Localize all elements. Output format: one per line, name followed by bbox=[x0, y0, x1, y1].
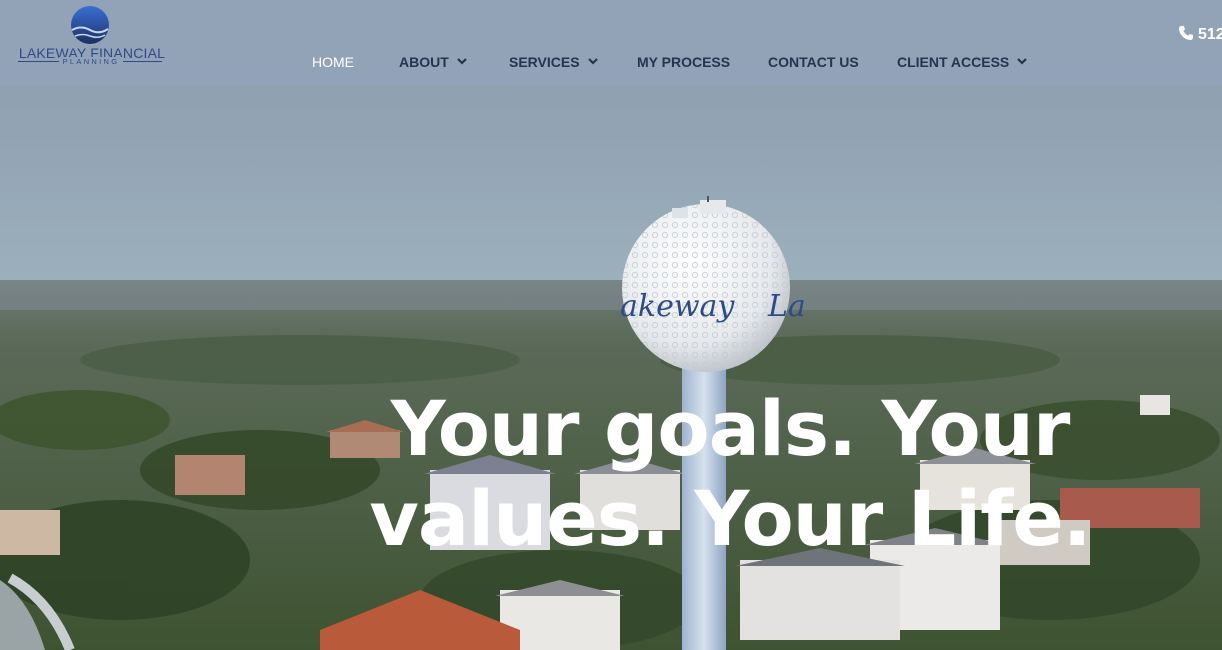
site-header: LAKEWAY FINANCIAL PLANNING HOME ABOUT SE… bbox=[0, 0, 1222, 86]
tower-text-right: La bbox=[767, 289, 806, 324]
hero-headline: Your goals. Your values. Your Life. bbox=[340, 384, 1120, 564]
phone-link[interactable]: 512 bbox=[1178, 25, 1222, 45]
hero-headline-line-1: Your goals. Your bbox=[390, 384, 1071, 473]
chevron-down-icon bbox=[587, 58, 598, 65]
nav-my-process[interactable]: MY PROCESS bbox=[637, 54, 730, 70]
nav-home[interactable]: HOME bbox=[312, 54, 354, 70]
site-logo[interactable]: LAKEWAY FINANCIAL PLANNING bbox=[16, 5, 166, 69]
sun-over-water-logo-icon bbox=[71, 6, 109, 44]
phone-icon bbox=[1179, 26, 1193, 40]
nav-client-access[interactable]: CLIENT ACCESS bbox=[897, 54, 1028, 70]
chevron-down-icon bbox=[457, 58, 467, 65]
tower-text-left: akeway bbox=[620, 289, 735, 324]
nav-contact-us[interactable]: CONTACT US bbox=[768, 54, 859, 70]
nav-about[interactable]: ABOUT bbox=[399, 54, 467, 70]
logo-subtitle: PLANNING bbox=[18, 57, 164, 66]
phone-number: 512 bbox=[1198, 26, 1222, 43]
chevron-down-icon bbox=[1017, 58, 1028, 65]
hero-headline-line-2: values. Your Life. bbox=[369, 474, 1091, 563]
nav-services[interactable]: SERVICES bbox=[509, 54, 598, 70]
